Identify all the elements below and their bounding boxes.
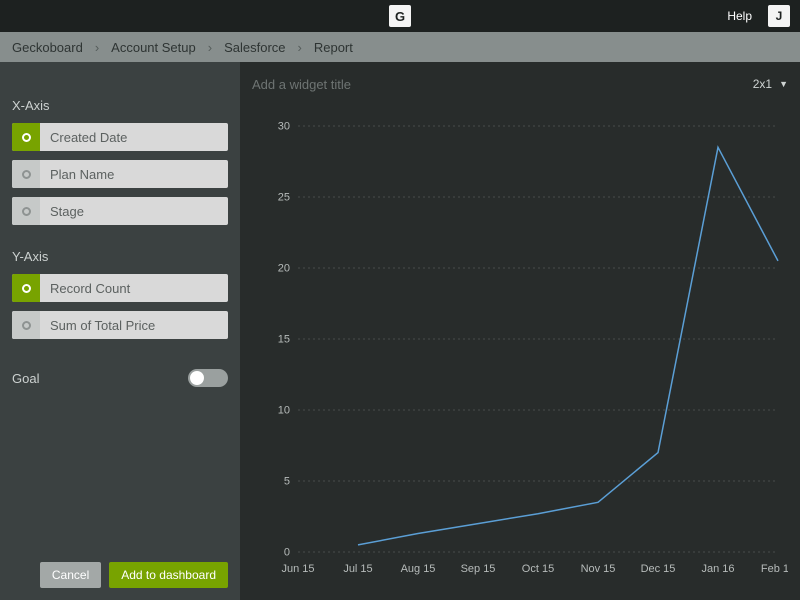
svg-text:Nov 15: Nov 15 [581, 563, 616, 575]
breadcrumb-item-geckoboard[interactable]: Geckoboard [12, 40, 83, 55]
radio-icon [12, 274, 40, 302]
radio-icon [12, 197, 40, 225]
svg-text:20: 20 [278, 263, 290, 275]
radio-icon [12, 123, 40, 151]
topbar-right: Help J [727, 5, 790, 27]
svg-text:Jul 15: Jul 15 [343, 563, 372, 575]
chevron-right-icon: › [208, 40, 212, 55]
svg-text:Aug 15: Aug 15 [401, 563, 436, 575]
svg-text:30: 30 [278, 121, 290, 133]
widget-header: 2x1 ▼ [252, 72, 788, 96]
option-label: Stage [40, 204, 84, 219]
x-axis-option-stage[interactable]: Stage [12, 197, 228, 225]
svg-text:0: 0 [284, 547, 290, 559]
goal-row: Goal [12, 369, 228, 387]
y-axis-option-record-count[interactable]: Record Count [12, 274, 228, 302]
topbar: G Help J [0, 0, 800, 32]
option-label: Record Count [40, 281, 130, 296]
sidebar-footer: Cancel Add to dashboard [40, 562, 228, 588]
radio-icon [12, 311, 40, 339]
user-avatar[interactable]: J [768, 5, 790, 27]
svg-text:Jun 15: Jun 15 [281, 563, 314, 575]
toggle-knob [190, 371, 204, 385]
add-to-dashboard-button[interactable]: Add to dashboard [109, 562, 228, 588]
radio-icon [12, 160, 40, 188]
cancel-button[interactable]: Cancel [40, 562, 101, 588]
chevron-right-icon: › [95, 40, 99, 55]
breadcrumb-item-report[interactable]: Report [314, 40, 353, 55]
chevron-down-icon: ▼ [779, 79, 788, 89]
goal-toggle[interactable] [188, 369, 228, 387]
help-link[interactable]: Help [727, 9, 752, 23]
breadcrumb-item-account-setup[interactable]: Account Setup [111, 40, 196, 55]
svg-text:25: 25 [278, 192, 290, 204]
svg-text:Oct 15: Oct 15 [522, 563, 554, 575]
breadcrumb: Geckoboard › Account Setup › Salesforce … [0, 32, 800, 62]
widget-size-selector[interactable]: 2x1 ▼ [753, 77, 788, 91]
svg-text:5: 5 [284, 476, 290, 488]
x-axis-section-label: X-Axis [12, 98, 228, 113]
svg-text:Feb 16: Feb 16 [761, 563, 788, 575]
y-axis-option-sum-of-total-price[interactable]: Sum of Total Price [12, 311, 228, 339]
option-label: Sum of Total Price [40, 318, 155, 333]
geckoboard-logo[interactable]: G [389, 5, 411, 27]
content: X-Axis Created Date Plan Name Stage Y-Ax… [0, 62, 800, 600]
config-sidebar: X-Axis Created Date Plan Name Stage Y-Ax… [0, 62, 240, 600]
chart-area: 0 5 10 15 20 25 30 Jun 15 Jul 15 Aug 15 Sep 15 Oct … [252, 104, 788, 589]
svg-text:Dec 15: Dec 15 [641, 563, 676, 575]
svg-text:15: 15 [278, 334, 290, 346]
y-axis-section-label: Y-Axis [12, 249, 228, 264]
widget-size-value: 2x1 [753, 77, 772, 91]
widget-title-input[interactable] [252, 77, 552, 92]
widget-preview-panel: 2x1 ▼ 0 5 10 15 20 25 30 Jun 15 Jul 15 Aug 15 Sep … [240, 62, 800, 600]
chevron-right-icon: › [298, 40, 302, 55]
option-label: Plan Name [40, 167, 114, 182]
svg-text:Jan 16: Jan 16 [701, 563, 734, 575]
x-axis-option-created-date[interactable]: Created Date [12, 123, 228, 151]
breadcrumb-item-salesforce[interactable]: Salesforce [224, 40, 285, 55]
x-axis-option-plan-name[interactable]: Plan Name [12, 160, 228, 188]
option-label: Created Date [40, 130, 127, 145]
goal-label: Goal [12, 371, 39, 386]
svg-text:10: 10 [278, 405, 290, 417]
svg-text:Sep 15: Sep 15 [461, 563, 496, 575]
line-chart: 0 5 10 15 20 25 30 Jun 15 Jul 15 Aug 15 Sep 15 Oct … [252, 104, 788, 584]
